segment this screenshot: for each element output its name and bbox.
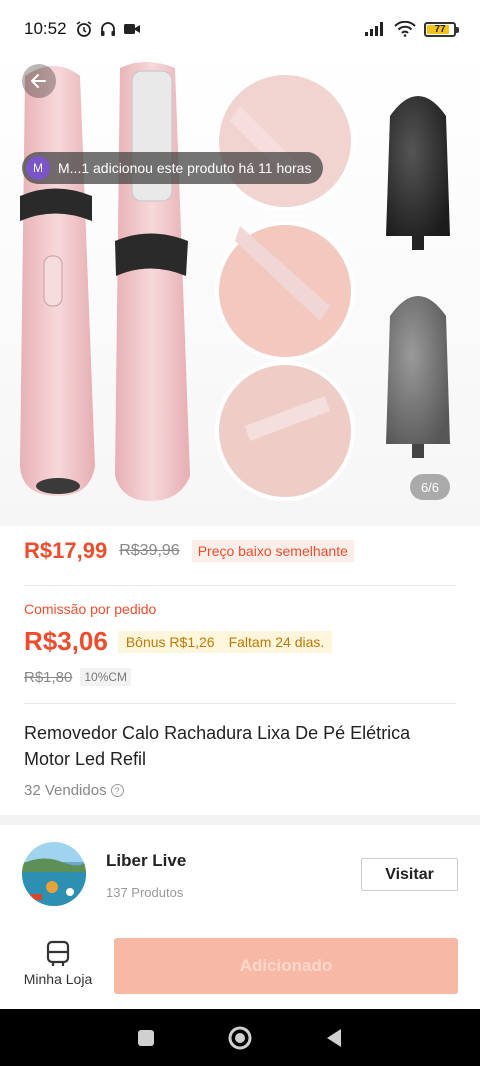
- battery-level: 77: [434, 23, 446, 35]
- old-commission: R$1,80: [24, 668, 73, 686]
- sold-count: 32 Vendidos ?: [24, 782, 124, 799]
- shop-product-count: 137 Produtos: [106, 885, 184, 900]
- product-image-gallery[interactable]: M M...1 adicionou este produto há 11 hor…: [0, 46, 480, 526]
- alarm-icon: [76, 21, 91, 37]
- commission-row: R$3,06 Bônus R$1,26 Faltam 24 dias.: [24, 626, 333, 657]
- bonus-remaining: Faltam 24 dias.: [228, 633, 325, 650]
- current-price: R$17,99: [24, 538, 108, 563]
- store-icon: [46, 940, 70, 966]
- recent-apps-icon[interactable]: [136, 1028, 156, 1048]
- added-button[interactable]: Adicionado: [114, 938, 458, 994]
- my-store-button[interactable]: Minha Loja: [18, 939, 98, 987]
- wifi-icon: [394, 21, 416, 37]
- sold-text: 32 Vendidos: [24, 782, 107, 799]
- help-icon[interactable]: ?: [110, 784, 124, 797]
- arrow-left-icon: [31, 74, 46, 88]
- shop-name[interactable]: Liber Live: [106, 851, 186, 871]
- activity-notification: M M...1 adicionou este produto há 11 hor…: [22, 152, 324, 184]
- original-price: R$39,96: [119, 542, 180, 559]
- product-image: [20, 62, 450, 501]
- low-price-tag: Preço baixo semelhante: [191, 540, 354, 562]
- commission-label: Comissão por pedido: [24, 601, 157, 617]
- commission-value: R$3,06: [24, 626, 108, 656]
- bonus-badge: Bônus R$1,26 Faltam 24 dias.: [117, 630, 333, 653]
- battery-icon: 77: [424, 21, 459, 37]
- system-nav-bar: [0, 1009, 480, 1066]
- home-icon[interactable]: [227, 1025, 253, 1051]
- image-counter: 6/6: [410, 474, 450, 500]
- divider: [24, 703, 456, 704]
- back-nav-icon[interactable]: [324, 1027, 344, 1049]
- back-button[interactable]: [22, 64, 56, 98]
- commission-rate-badge: 10%CM: [80, 668, 132, 686]
- shop-avatar[interactable]: [22, 842, 86, 906]
- bonus-amount: Bônus R$1,26: [125, 633, 215, 650]
- divider: [24, 585, 456, 586]
- product-title: Removedor Calo Rachadura Lixa De Pé Elét…: [24, 723, 411, 769]
- shop-card: Liber Live 137 Produtos Visitar: [0, 825, 480, 925]
- price-row: R$17,99 R$39,96 Preço baixo semelhante: [24, 538, 456, 564]
- notification-text: M...1 adicionou este produto há 11 horas: [58, 160, 312, 176]
- bottom-action-bar: Minha Loja Adicionado: [0, 925, 480, 1009]
- status-time: 10:52: [24, 19, 67, 38]
- notification-avatar: M: [26, 156, 50, 180]
- visit-shop-button[interactable]: Visitar: [361, 858, 458, 891]
- signal-icon: [365, 22, 383, 36]
- my-store-label: Minha Loja: [23, 971, 93, 987]
- video-icon: [123, 24, 140, 34]
- section-gap: [0, 815, 480, 825]
- old-commission-row: R$1,80 10%CM: [24, 668, 132, 686]
- headphones-icon: [100, 22, 115, 36]
